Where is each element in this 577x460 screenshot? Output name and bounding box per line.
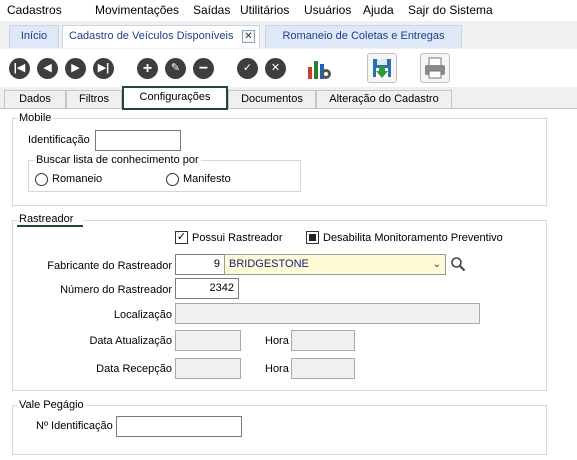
document-tab-strip: Início Cadastro de Veículos Disponíveis … bbox=[0, 22, 577, 48]
rastreador-group-title: Rastreador bbox=[17, 213, 84, 227]
tab-alteracao-cadastro[interactable]: Alteração do Cadastro bbox=[316, 90, 452, 108]
menu-saidas[interactable]: Saídas bbox=[193, 3, 230, 17]
cancel-icon[interactable]: ✕ bbox=[265, 58, 286, 79]
fabricante-select[interactable]: BRIDGESTONE ⌄ bbox=[224, 254, 446, 275]
print-icon[interactable] bbox=[420, 53, 450, 83]
close-icon[interactable]: ✕ bbox=[242, 30, 255, 43]
hora-atualizacao-input bbox=[291, 330, 355, 351]
vale-identificacao-input[interactable] bbox=[116, 416, 242, 437]
data-recepcao-input bbox=[175, 358, 241, 379]
manifesto-radio[interactable] bbox=[166, 173, 179, 186]
last-icon[interactable]: ▶| bbox=[93, 58, 114, 79]
data-recepcao-label: Data Recepção bbox=[96, 363, 172, 375]
vale-identificacao-label: Nº Identificação bbox=[36, 420, 113, 432]
data-atualizacao-label: Data Atualização bbox=[89, 335, 172, 347]
numero-rastreador-label: Número do Rastreador bbox=[60, 284, 172, 296]
menu-bar: Cadastros Movimentações Saídas Utilitári… bbox=[0, 0, 577, 21]
add-icon[interactable]: + bbox=[137, 58, 158, 79]
identificacao-input[interactable] bbox=[95, 130, 181, 151]
confirm-icon[interactable]: ✓ bbox=[237, 58, 258, 79]
menu-movimentacoes[interactable]: Movimentações bbox=[95, 3, 179, 17]
romaneio-radio[interactable] bbox=[35, 173, 48, 186]
manifesto-label: Manifesto bbox=[183, 173, 231, 185]
prev-icon[interactable]: ◀ bbox=[37, 58, 58, 79]
tab-romaneio[interactable]: Romaneio de Coletas e Entregas bbox=[265, 25, 462, 48]
possui-rastreador-checkbox[interactable]: ✓ bbox=[175, 231, 188, 244]
vale-pedagio-title: Vale Pegágio bbox=[17, 399, 86, 411]
tab-filtros[interactable]: Filtros bbox=[66, 90, 122, 108]
possui-rastreador-label: Possui Rastreador bbox=[192, 232, 283, 244]
save-export-icon[interactable] bbox=[367, 53, 397, 83]
tab-documentos[interactable]: Documentos bbox=[228, 90, 316, 108]
tab-configuracoes[interactable]: Configurações bbox=[122, 86, 228, 110]
tab-inicio[interactable]: Início bbox=[9, 25, 59, 48]
buscar-lista-title: Buscar lista de conhecimento por bbox=[34, 154, 201, 166]
localizacao-label: Localização bbox=[113, 309, 172, 321]
first-icon[interactable]: |◀ bbox=[9, 58, 30, 79]
localizacao-input bbox=[175, 303, 480, 324]
fabricante-label: Fabricante do Rastreador bbox=[47, 260, 172, 272]
edit-icon[interactable]: ✎ bbox=[165, 58, 186, 79]
fabricante-code-input[interactable]: 9 bbox=[175, 254, 225, 275]
hora-recepcao-label: Hora bbox=[265, 363, 289, 375]
menu-cadastros[interactable]: Cadastros bbox=[7, 3, 62, 17]
remove-icon[interactable]: − bbox=[193, 58, 214, 79]
romaneio-label: Romaneio bbox=[52, 173, 103, 185]
hora-recepcao-input bbox=[291, 358, 355, 379]
chevron-down-icon: ⌄ bbox=[432, 259, 441, 270]
desabilita-monitoramento-checkbox[interactable] bbox=[306, 231, 319, 244]
toolbar: |◀ ◀ ▶ ▶| + ✎ − ✓ ✕ bbox=[0, 49, 577, 87]
tab-cadastro-veiculos[interactable]: Cadastro de Veículos Disponíveis ✕ bbox=[62, 25, 260, 48]
hora-atualizacao-label: Hora bbox=[265, 335, 289, 347]
desabilita-monitoramento-label: Desabilita Monitoramento Preventivo bbox=[323, 232, 503, 244]
configuracoes-panel: Mobile Identificação Buscar lista de con… bbox=[0, 108, 577, 460]
mobile-group-title: Mobile bbox=[17, 112, 54, 124]
search-icon[interactable] bbox=[450, 256, 466, 272]
menu-utilitarios[interactable]: Utilitários bbox=[240, 3, 289, 17]
menu-sair[interactable]: Sajr do Sistema bbox=[408, 3, 493, 17]
chart-settings-icon[interactable] bbox=[306, 55, 332, 81]
fabricante-select-value: BRIDGESTONE bbox=[229, 258, 309, 270]
tab-cadastro-veiculos-label: Cadastro de Veículos Disponíveis bbox=[69, 30, 234, 42]
menu-ajuda[interactable]: Ajuda bbox=[363, 3, 394, 17]
tab-dados[interactable]: Dados bbox=[4, 90, 66, 108]
identificacao-label: Identificação bbox=[28, 134, 90, 146]
menu-usuarios[interactable]: Usuários bbox=[304, 3, 351, 17]
next-icon[interactable]: ▶ bbox=[65, 58, 86, 79]
data-atualizacao-input bbox=[175, 330, 241, 351]
numero-rastreador-input[interactable]: 2342 bbox=[175, 278, 239, 299]
